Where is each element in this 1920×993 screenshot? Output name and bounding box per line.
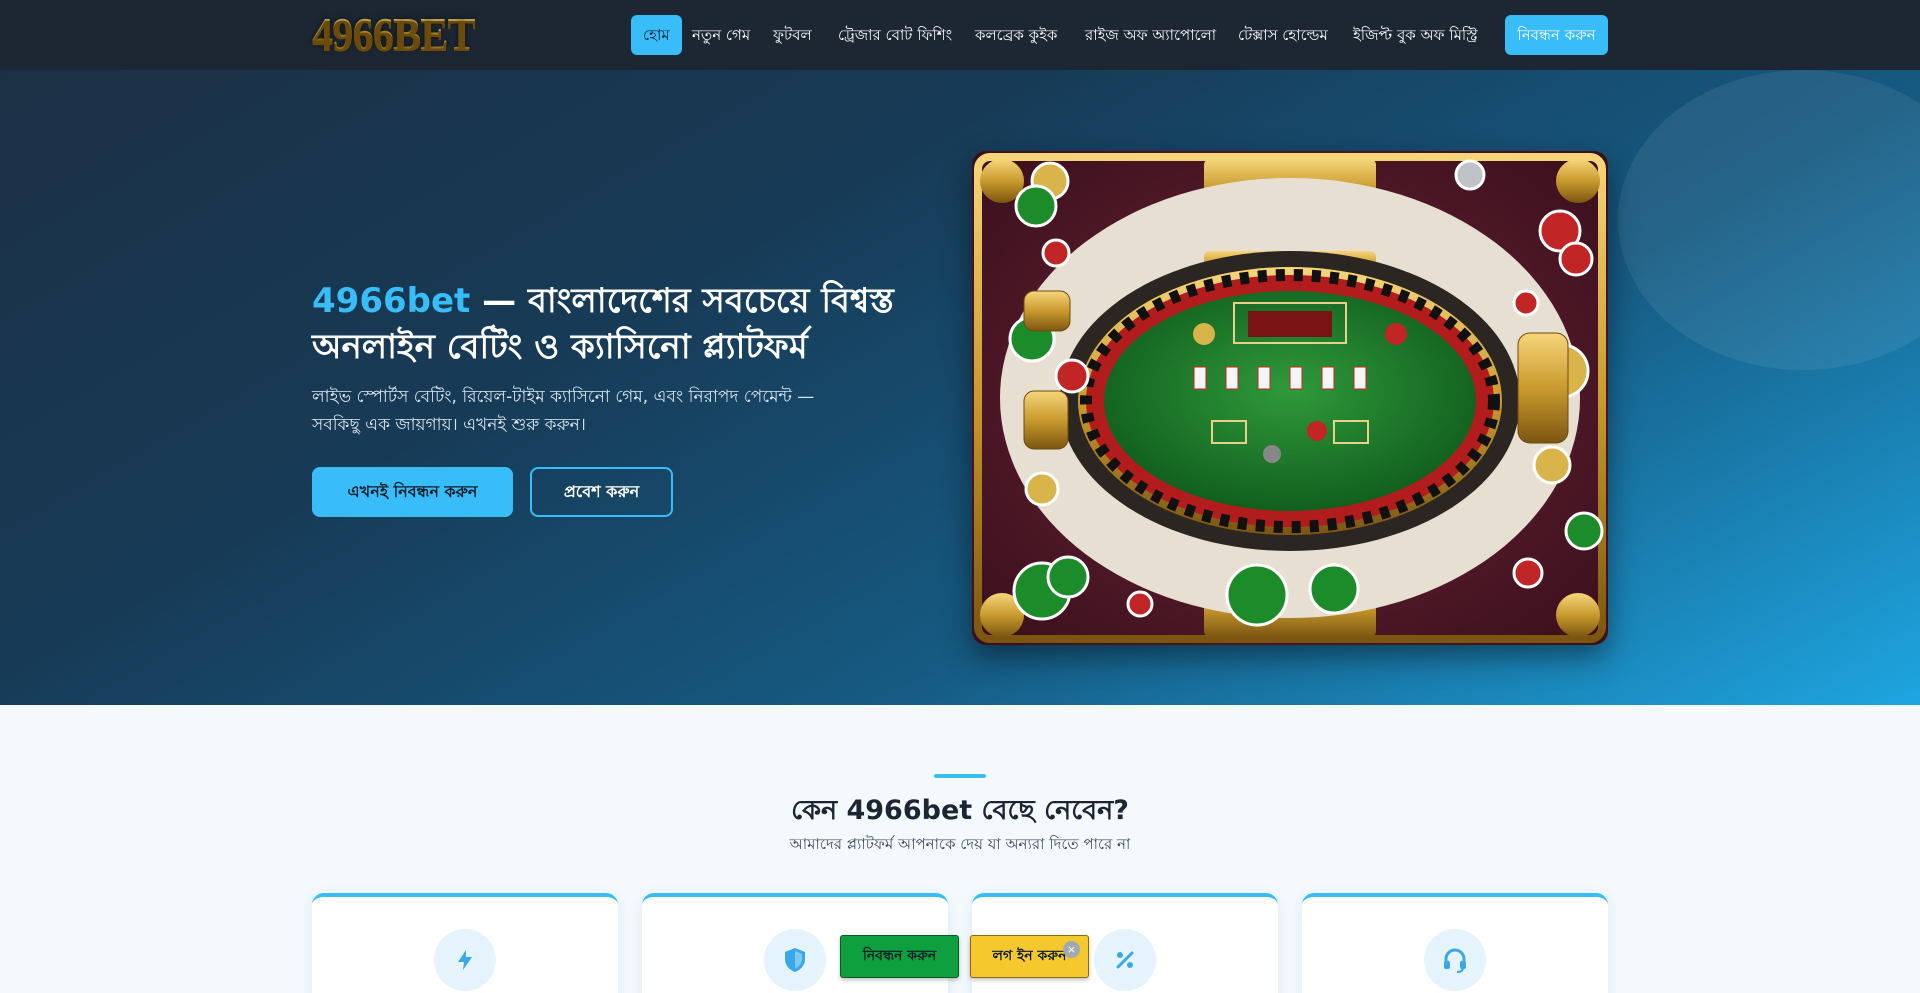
nav-item-egypt-book-of-mystery[interactable]: ইজিপ্ট বুক অফ মিস্ট্রি <box>1353 15 1478 55</box>
register-now-button[interactable]: এখনই নিবন্ধন করুন <box>312 467 513 517</box>
features-section: কেন 4966bet বেছে নেবেন? আমাদের প্ল্যাটফর… <box>0 705 1920 993</box>
feature-card-support <box>1302 893 1608 993</box>
floating-register-button[interactable]: নিবন্ধন করুন <box>840 935 959 978</box>
percent-icon <box>1094 929 1156 991</box>
floating-close-icon[interactable]: × <box>1063 941 1080 958</box>
lightning-icon <box>434 929 496 991</box>
casino-table-image <box>972 151 1608 645</box>
hero-title-brand: 4966bet <box>312 281 471 321</box>
header-register-button[interactable]: নিবন্ধন করুন <box>1505 15 1608 55</box>
logo-text: 4966BET <box>312 8 476 59</box>
site-logo[interactable]: 4966BET <box>312 8 476 59</box>
hero-subtitle: লাইভ স্পোর্টস বেটিং, রিয়েল-টাইম ক্যাসিন… <box>312 387 815 435</box>
features-subtitle: আমাদের প্ল্যাটফর্ম আপনাকে দেয় যা অন্যরা… <box>789 835 1131 853</box>
hero-decorative-circle <box>1618 70 1920 370</box>
headset-icon <box>1424 929 1486 991</box>
shield-icon <box>764 929 826 991</box>
login-button[interactable]: প্রবেশ করুন <box>530 467 673 517</box>
features-title: কেন 4966bet বেছে নেবেন? <box>791 795 1129 826</box>
hero-title: 4966bet — বাংলাদেশের সবচেয়ে বিশ্বস্ত অন… <box>312 278 912 370</box>
nav-item-callbreak-quick[interactable]: কলব্রেক কুইক <box>975 15 1057 55</box>
nav-item-new-games[interactable]: নতুন গেম <box>692 15 750 55</box>
nav-item-treasure-boat-fishing[interactable]: ট্রেজার বোট ফিশিং <box>838 15 952 55</box>
hero-section: 4966bet — বাংলাদেশের সবচেয়ে বিশ্বস্ত অন… <box>0 70 1920 705</box>
nav-item-football[interactable]: ফুটবল <box>773 15 812 55</box>
feature-card-speed <box>312 893 618 993</box>
top-navbar: 4966BET হোম নতুন গেম ফুটবল ট্রেজার বোট ফ… <box>0 0 1920 70</box>
section-accent-bar <box>934 774 986 778</box>
nav-item-texas-holdem[interactable]: টেক্সাস হোল্ডেম <box>1238 15 1328 55</box>
nav-item-rise-of-apollo[interactable]: রাইজ অফ অ্যাপোলো <box>1085 15 1216 55</box>
nav-item-home[interactable]: হোম <box>631 15 682 55</box>
